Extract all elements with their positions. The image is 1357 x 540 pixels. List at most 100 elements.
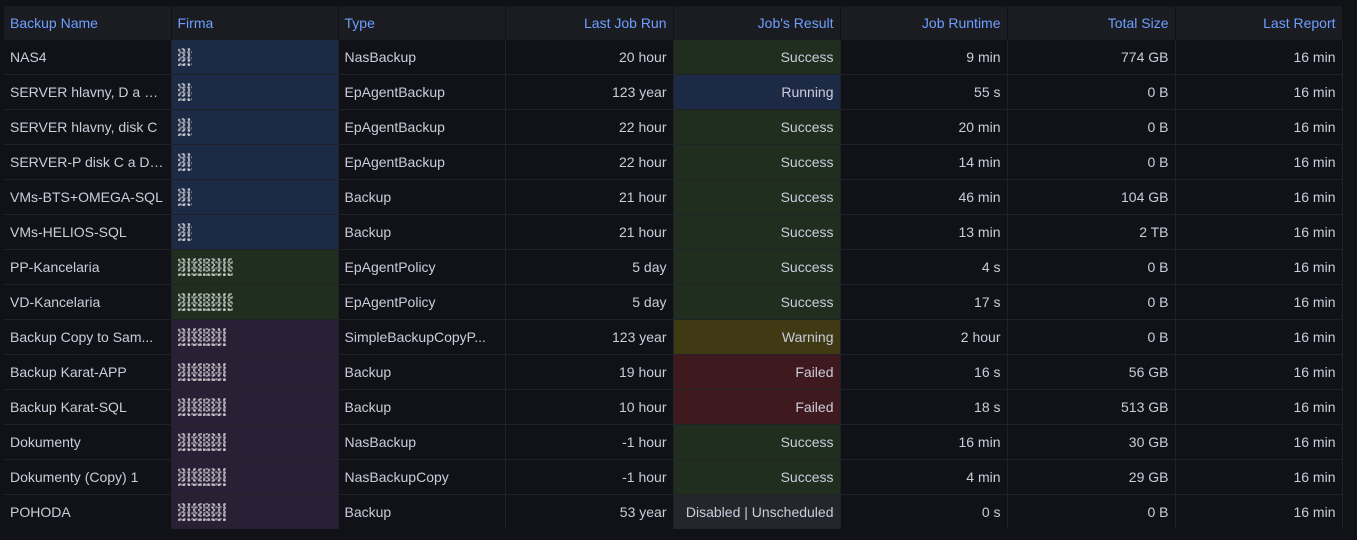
total-size-cell: 0 B — [1007, 494, 1176, 529]
total-size-cell: 513 GB — [1007, 389, 1176, 425]
type-cell: NasBackup — [338, 424, 506, 460]
backup-name-cell: SERVER hlavny, D a E,... — [4, 74, 172, 110]
column-header-backup-name[interactable]: Backup Name — [4, 6, 172, 40]
type-cell: EpAgentPolicy — [338, 249, 506, 285]
backup-name-cell: VMs-BTS+OMEGA-SQL — [4, 179, 172, 215]
redacted-firma-value — [177, 363, 226, 381]
job-runtime-cell: 0 s — [840, 494, 1008, 529]
backup-name-cell: NAS4 — [4, 40, 172, 75]
backup-name-cell: VMs-HELIOS-SQL — [4, 214, 172, 250]
table-row[interactable]: SERVER hlavny, D a E,... EpAgentBackup 123… — [4, 74, 1343, 110]
table-row[interactable]: SERVER hlavny, disk C EpAgentBackup 22 hou… — [4, 109, 1343, 145]
last-job-run-cell: 22 hour — [505, 144, 674, 180]
total-size-cell: 2 TB — [1007, 214, 1176, 250]
redacted-firma-value — [177, 433, 226, 451]
redacted-firma-value — [177, 503, 226, 521]
last-report-cell: 16 min — [1175, 109, 1343, 145]
total-size-cell: 104 GB — [1007, 179, 1176, 215]
column-header-job-runtime[interactable]: Job Runtime — [840, 6, 1008, 40]
firma-cell — [171, 179, 339, 215]
table-row[interactable]: POHODA Backup 53 year Disabled | Unschedule… — [4, 494, 1343, 529]
backup-name-cell: Dokumenty — [4, 424, 172, 460]
type-cell: Backup — [338, 354, 506, 390]
table-row[interactable]: Backup Karat-SQL Backup 10 hour Failed 18 s5… — [4, 389, 1343, 425]
table-row[interactable]: Dokumenty (Copy) 1 NasBackupCopy -1 hour Su… — [4, 459, 1343, 495]
job-runtime-cell: 17 s — [840, 284, 1008, 320]
jobs-result-cell: Success — [673, 40, 841, 75]
last-report-cell: 16 min — [1175, 459, 1343, 495]
job-runtime-cell: 4 s — [840, 249, 1008, 285]
last-report-cell: 16 min — [1175, 494, 1343, 529]
table-row[interactable]: Dokumenty NasBackup -1 hour Success 16 min 30… — [4, 424, 1343, 460]
redacted-firma-value — [177, 153, 192, 171]
last-job-run-cell: 21 hour — [505, 214, 674, 250]
firma-cell — [171, 284, 339, 320]
backup-name-cell: Dokumenty (Copy) 1 — [4, 459, 172, 495]
type-cell: EpAgentPolicy — [338, 284, 506, 320]
table-row[interactable]: SERVER-P disk C a D,... EpAgentBackup 22 h… — [4, 144, 1343, 180]
jobs-result-cell: Success — [673, 179, 841, 215]
job-runtime-cell: 4 min — [840, 459, 1008, 495]
total-size-cell: 0 B — [1007, 249, 1176, 285]
jobs-result-cell: Success — [673, 249, 841, 285]
last-report-cell: 16 min — [1175, 319, 1343, 355]
backup-name-cell: SERVER-P disk C a D,... — [4, 144, 172, 180]
type-cell: Backup — [338, 494, 506, 529]
table-body: NAS4 NasBackup 20 hour Success 9 min 774 GB 16… — [4, 40, 1343, 529]
type-cell: Backup — [338, 179, 506, 215]
last-job-run-cell: 5 day — [505, 249, 674, 285]
column-header-last-job-run[interactable]: Last Job Run — [505, 6, 674, 40]
table-row[interactable]: PP-Kancelaria EpAgentPolicy 5 day Success 4 … — [4, 249, 1343, 285]
last-report-cell: 16 min — [1175, 354, 1343, 390]
redacted-firma-value — [177, 48, 192, 66]
table-row[interactable]: NAS4 NasBackup 20 hour Success 9 min 774 GB 16… — [4, 40, 1343, 75]
table-row[interactable]: Backup Karat-APP Backup 19 hour Failed 16 s5… — [4, 354, 1343, 390]
redacted-firma-value — [177, 258, 233, 276]
column-header-last-report[interactable]: Last Report — [1175, 6, 1343, 40]
jobs-result-cell: Failed — [673, 354, 841, 390]
total-size-cell: 29 GB — [1007, 459, 1176, 495]
jobs-result-cell: Running — [673, 74, 841, 110]
redacted-firma-value — [177, 293, 233, 311]
column-header-type[interactable]: Type — [338, 6, 506, 40]
type-cell: Backup — [338, 389, 506, 425]
job-runtime-cell: 16 min — [840, 424, 1008, 460]
firma-cell — [171, 494, 339, 529]
table-header-row: Backup Name Firma Type Last Job Run Job'… — [4, 6, 1343, 40]
job-runtime-cell: 16 s — [840, 354, 1008, 390]
last-job-run-cell: -1 hour — [505, 459, 674, 495]
job-runtime-cell: 9 min — [840, 40, 1008, 75]
jobs-result-cell: Warning — [673, 319, 841, 355]
column-header-firma[interactable]: Firma — [171, 6, 339, 40]
last-report-cell: 16 min — [1175, 74, 1343, 110]
type-cell: EpAgentBackup — [338, 74, 506, 110]
last-job-run-cell: 5 day — [505, 284, 674, 320]
backup-name-cell: POHODA — [4, 494, 172, 529]
last-job-run-cell: 123 year — [505, 319, 674, 355]
last-report-cell: 16 min — [1175, 144, 1343, 180]
jobs-result-cell: Success — [673, 109, 841, 145]
firma-cell — [171, 354, 339, 390]
type-cell: EpAgentBackup — [338, 109, 506, 145]
redacted-firma-value — [177, 398, 226, 416]
total-size-cell: 30 GB — [1007, 424, 1176, 460]
last-job-run-cell: 20 hour — [505, 40, 674, 75]
total-size-cell: 0 B — [1007, 284, 1176, 320]
jobs-result-cell: Success — [673, 459, 841, 495]
backup-name-cell: VD-Kancelaria — [4, 284, 172, 320]
firma-cell — [171, 144, 339, 180]
job-runtime-cell: 46 min — [840, 179, 1008, 215]
jobs-result-cell: Failed — [673, 389, 841, 425]
last-report-cell: 16 min — [1175, 214, 1343, 250]
table-row[interactable]: Backup Copy to Sam... SimpleBackupCopyP..… — [4, 319, 1343, 355]
backup-jobs-table: Backup Name Firma Type Last Job Run Job'… — [4, 6, 1343, 529]
column-header-jobs-result[interactable]: Job's Result — [673, 6, 841, 40]
type-cell: SimpleBackupCopyP... — [338, 319, 506, 355]
table-row[interactable]: VMs-BTS+OMEGA-SQL Backup 21 hour Success 46 … — [4, 179, 1343, 215]
table-row[interactable]: VD-Kancelaria EpAgentPolicy 5 day Success 17… — [4, 284, 1343, 320]
firma-cell — [171, 214, 339, 250]
column-header-total-size[interactable]: Total Size — [1007, 6, 1176, 40]
job-runtime-cell: 20 min — [840, 109, 1008, 145]
total-size-cell: 774 GB — [1007, 40, 1176, 75]
table-row[interactable]: VMs-HELIOS-SQL Backup 21 hour Success 13 min… — [4, 214, 1343, 250]
